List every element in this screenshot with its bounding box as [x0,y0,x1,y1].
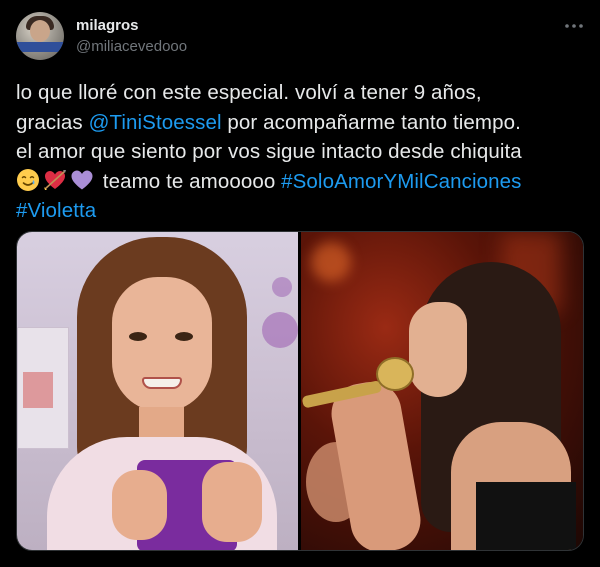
person-hand-right [202,462,262,542]
wall-flower-2 [272,277,292,297]
person-face [112,277,212,412]
stage-light [310,242,351,282]
tweet-line-2-suffix: por acompañarme tanto tiempo. [221,110,521,134]
hashtag-solo-amor[interactable]: #SoloAmorYMilCanciones [281,170,521,193]
tweet-line-4: teamo te amooooo #SoloAmorYMilCanciones [16,167,588,197]
tweet-line-3: el amor que siento por vos sigue intacto… [16,140,522,163]
singer-face [408,302,467,397]
purple-heart-icon [71,170,93,189]
photo-violetta-character[interactable] [17,232,298,550]
person-hand-left [112,470,167,540]
tweet-line-1: lo que lloré con este especial. volví a … [16,81,482,104]
tweet-line-4-text: teamo te amooooo [97,169,282,193]
avatar[interactable] [16,12,64,60]
avatar-face [30,20,50,42]
photo-tini-singing[interactable] [300,232,583,550]
user-handle[interactable]: @miliacevedooo [76,38,187,55]
tweet-line-2: gracias @TiniStoessel por acompañarme ta… [16,108,588,138]
display-name[interactable]: milagros [76,17,139,34]
wall-frame [23,372,53,408]
media-grid [16,231,584,551]
hashtag-violetta[interactable]: #Violetta [16,199,96,222]
person-eye-right [175,332,193,341]
person-mouth [142,377,182,389]
singer-arm [326,377,426,550]
avatar-band [16,42,64,52]
heart-with-arrow-icon [44,169,66,190]
tweet-line-2-prefix: gracias [16,110,89,134]
singer-dress [475,482,576,550]
person-eye-left [129,332,147,341]
more-options-button[interactable] [560,16,588,36]
wall-flower [262,312,298,348]
smiling-face-with-tear-icon [17,168,39,191]
more-horizontal-icon [565,24,583,28]
mention-link[interactable]: @TiniStoessel [89,111,222,134]
tweet-text: lo que lloré con este especial. volví a … [16,78,588,226]
tweet-card: milagros @miliacevedooo lo que lloré con… [0,0,600,567]
microphone-head [375,357,414,391]
tweet-line-5: #Violetta [16,196,588,226]
